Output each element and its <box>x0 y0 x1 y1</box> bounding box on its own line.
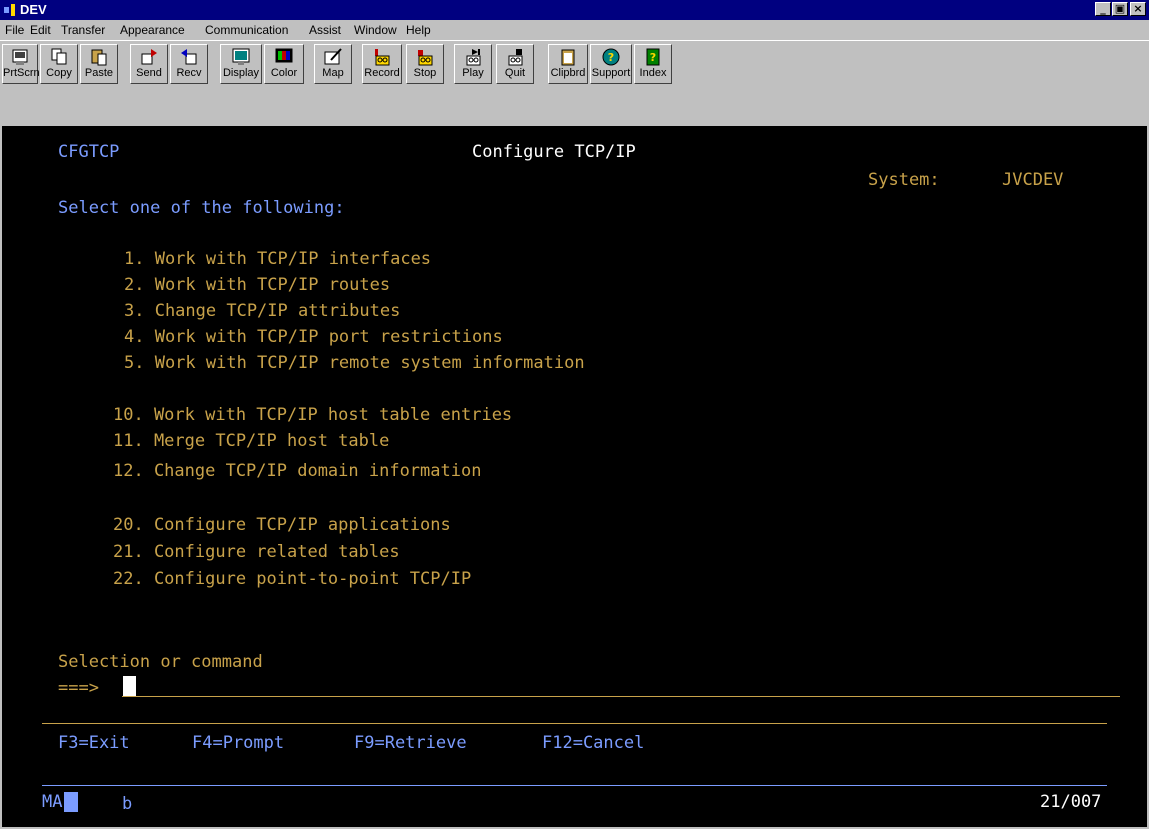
send-icon <box>141 49 157 65</box>
title-bar: DEV _ ▣ × <box>0 0 1149 20</box>
menu-option: 11. Merge TCP/IP host table <box>113 431 390 451</box>
quit-icon <box>508 49 523 66</box>
selection-label: Selection or command <box>58 652 263 672</box>
menu-option: 5. Work with TCP/IP remote system inform… <box>124 353 585 373</box>
support-icon: ? <box>602 48 620 66</box>
terminal-screen[interactable]: CFGTCP Configure TCP/IP System: JVCDEV S… <box>2 126 1147 827</box>
color-icon <box>275 48 293 63</box>
function-key-f9[interactable]: F9=Retrieve <box>354 733 467 753</box>
text-cursor <box>123 676 136 696</box>
close-button[interactable]: × <box>1130 2 1146 16</box>
menu-file[interactable]: File <box>5 23 24 37</box>
copy-icon <box>51 48 67 65</box>
menu-option: 3. Change TCP/IP attributes <box>124 301 401 321</box>
toolbar-button-paste[interactable]: Paste <box>80 44 118 84</box>
menu-option: 2. Work with TCP/IP routes <box>124 275 391 295</box>
command-input-line[interactable] <box>122 696 1120 697</box>
receive-icon <box>181 49 197 65</box>
toolbar-button-map[interactable]: Map <box>314 44 352 84</box>
menu-appearance[interactable]: Appearance <box>120 23 185 37</box>
toolbar-button-copy[interactable]: Copy <box>40 44 78 84</box>
menu-option: 12. Change TCP/IP domain information <box>113 461 482 481</box>
toolbar-button-stop[interactable]: Stop <box>406 44 444 84</box>
command-arrow: ===> <box>58 678 99 698</box>
toolbar-button-quit[interactable]: Quit <box>496 44 534 84</box>
toolbar-button-support[interactable]: ? Support <box>590 44 632 84</box>
svg-text:?: ? <box>608 51 614 64</box>
paste-icon <box>91 49 107 66</box>
menu-option: 10. Work with TCP/IP host table entries <box>113 405 513 425</box>
toolbar-button-display[interactable]: Display <box>220 44 262 84</box>
stop-icon <box>418 50 433 66</box>
program-name: CFGTCP <box>58 142 120 162</box>
display-icon <box>232 48 250 65</box>
toolbar-button-clipbrd[interactable]: Clipbrd <box>548 44 588 84</box>
menu-edit[interactable]: Edit <box>30 23 51 37</box>
status-indicator <box>64 792 78 812</box>
menu-option: 1. Work with TCP/IP interfaces <box>124 249 432 269</box>
print-screen-icon <box>12 49 28 65</box>
menu-option: 4. Work with TCP/IP port restrictions <box>124 327 503 347</box>
minimize-button[interactable]: _ <box>1095 2 1111 16</box>
toolbar-button-index[interactable]: ? Index <box>634 44 672 84</box>
map-icon <box>324 48 342 65</box>
maximize-button[interactable]: ▣ <box>1112 2 1128 16</box>
cursor-position: 21/007 <box>1040 792 1102 812</box>
clipboard-icon <box>561 49 575 66</box>
function-key-f3[interactable]: F3=Exit <box>58 733 130 753</box>
menu-communication[interactable]: Communication <box>205 23 288 37</box>
record-icon <box>375 49 390 66</box>
toolbar-button-record[interactable]: Record <box>362 44 402 84</box>
function-key-f12[interactable]: F12=Cancel <box>542 733 644 753</box>
toolbar-button-prtscrn[interactable]: PrtScrn <box>2 44 40 84</box>
toolbar-button-color[interactable]: Color <box>264 44 304 84</box>
play-icon <box>466 49 481 66</box>
divider <box>42 723 1107 724</box>
status-session: b <box>122 794 133 814</box>
menu-option: 22. Configure point-to-point TCP/IP <box>113 569 472 589</box>
menu-window[interactable]: Window <box>354 23 397 37</box>
toolbar-button-recv[interactable]: Recv <box>170 44 208 84</box>
menu-bar: File Edit Transfer Appearance Communicat… <box>0 20 1149 40</box>
system-label: System: <box>868 170 940 190</box>
status-mode: MA <box>42 792 63 812</box>
toolbar-button-play[interactable]: Play <box>454 44 492 84</box>
window-title: DEV <box>20 2 47 17</box>
toolbar: PrtScrn Copy Paste Send Recv Display Col… <box>0 40 1149 126</box>
toolbar-button-send[interactable]: Send <box>130 44 168 84</box>
status-divider <box>42 785 1107 786</box>
menu-assist[interactable]: Assist <box>309 23 341 37</box>
app-icon[interactable] <box>3 3 17 17</box>
menu-option: 21. Configure related tables <box>113 542 400 562</box>
menu-transfer[interactable]: Transfer <box>61 23 105 37</box>
index-icon: ? <box>646 48 660 66</box>
svg-text:?: ? <box>650 51 656 64</box>
menu-option: 20. Configure TCP/IP applications <box>113 515 451 535</box>
menu-help[interactable]: Help <box>406 23 431 37</box>
system-name: JVCDEV <box>1002 170 1064 190</box>
screen-title: Configure TCP/IP <box>472 142 636 162</box>
function-key-f4[interactable]: F4=Prompt <box>192 733 284 753</box>
selection-prompt: Select one of the following: <box>58 198 345 218</box>
